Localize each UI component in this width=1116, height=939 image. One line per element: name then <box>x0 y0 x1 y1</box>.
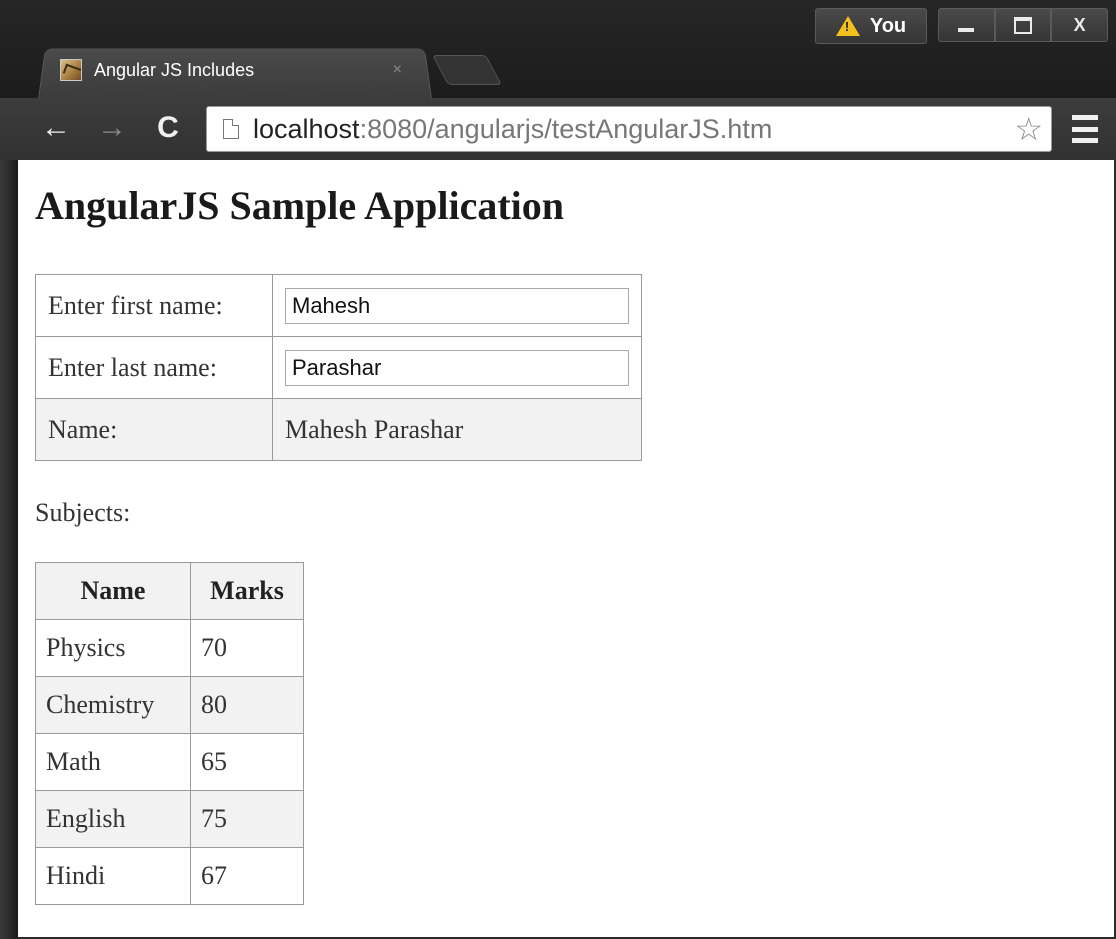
first-name-input[interactable] <box>285 287 629 324</box>
page-icon <box>223 119 239 139</box>
menu-bar <box>1072 138 1098 143</box>
table-row: Chemistry 80 <box>35 676 304 734</box>
menu-bar <box>1072 115 1098 120</box>
url-text[interactable]: localhost:8080/angularjs/testAngularJS.h… <box>253 114 1014 145</box>
subjects-label: Subjects: <box>35 498 131 527</box>
table-header-row: Name Marks <box>35 562 304 620</box>
full-name-value: Mahesh Parashar <box>272 398 642 461</box>
column-header-marks: Marks <box>190 562 304 620</box>
table-row: English 75 <box>35 790 304 848</box>
subject-name: Chemistry <box>35 676 191 734</box>
subjects-table: Name Marks Physics 70 Chemistry 80 Math … <box>35 562 304 905</box>
subject-name: Hindi <box>35 847 191 905</box>
tab-title: Angular JS Includes <box>94 59 255 80</box>
page-title: AngularJS Sample Application <box>35 183 565 228</box>
window-left-edge <box>0 160 18 939</box>
close-icon: X <box>1073 14 1086 35</box>
back-button[interactable]: ← <box>38 111 74 144</box>
table-row: Physics 70 <box>35 619 304 677</box>
subject-marks: 67 <box>190 847 304 905</box>
forward-button[interactable]: → <box>94 111 130 144</box>
reload-button[interactable]: C <box>150 111 186 144</box>
warning-icon <box>835 16 860 36</box>
tab-close-icon[interactable]: × <box>393 61 402 79</box>
minimize-button[interactable] <box>938 8 995 42</box>
subject-marks: 80 <box>190 676 304 734</box>
subject-name: Physics <box>35 619 191 677</box>
forward-arrow-icon: → <box>97 111 127 144</box>
menu-bar <box>1072 126 1098 132</box>
page-content: AngularJS Sample Application Enter first… <box>18 160 1114 937</box>
address-bar[interactable]: localhost:8080/angularjs/testAngularJS.h… <box>206 106 1052 152</box>
column-header-name: Name <box>35 562 191 620</box>
url-path: :8080/angularjs/testAngularJS.htm <box>359 113 773 144</box>
full-name-row: Name: Mahesh Parashar <box>35 398 642 461</box>
last-name-cell <box>272 336 642 399</box>
profile-button[interactable]: You <box>815 8 927 44</box>
first-name-label: Enter first name: <box>35 274 273 337</box>
subject-marks: 70 <box>190 619 304 677</box>
menu-icon[interactable] <box>1072 115 1098 143</box>
maximize-icon <box>1014 16 1032 34</box>
profile-label: You <box>869 14 907 37</box>
maximize-button[interactable] <box>994 8 1052 42</box>
table-row: Hindi 67 <box>35 847 304 905</box>
first-name-row: Enter first name: <box>35 274 642 337</box>
subject-name: English <box>35 790 191 848</box>
subject-name: Math <box>35 733 191 791</box>
student-form-table: Enter first name: Enter last name: Name:… <box>35 274 642 461</box>
favicon-icon <box>60 59 82 81</box>
reload-icon: C <box>157 111 179 144</box>
tab-content[interactable]: Angular JS Includes × <box>60 54 420 86</box>
window-controls: X <box>938 8 1109 42</box>
last-name-row: Enter last name: <box>35 336 642 399</box>
subject-marks: 75 <box>190 790 304 848</box>
first-name-cell <box>272 274 642 337</box>
browser-window: Angular JS Includes × You X ← → C localh… <box>0 0 1116 939</box>
full-name-label: Name: <box>35 398 273 461</box>
last-name-label: Enter last name: <box>35 336 273 399</box>
url-host: localhost <box>253 113 360 144</box>
last-name-input[interactable] <box>285 349 629 386</box>
minimize-icon <box>958 28 975 32</box>
close-button[interactable]: X <box>1051 8 1109 42</box>
back-arrow-icon: ← <box>41 111 71 144</box>
subject-marks: 65 <box>190 733 304 791</box>
table-row: Math 65 <box>35 733 304 791</box>
bookmark-star-icon[interactable]: ☆ <box>1014 110 1043 148</box>
